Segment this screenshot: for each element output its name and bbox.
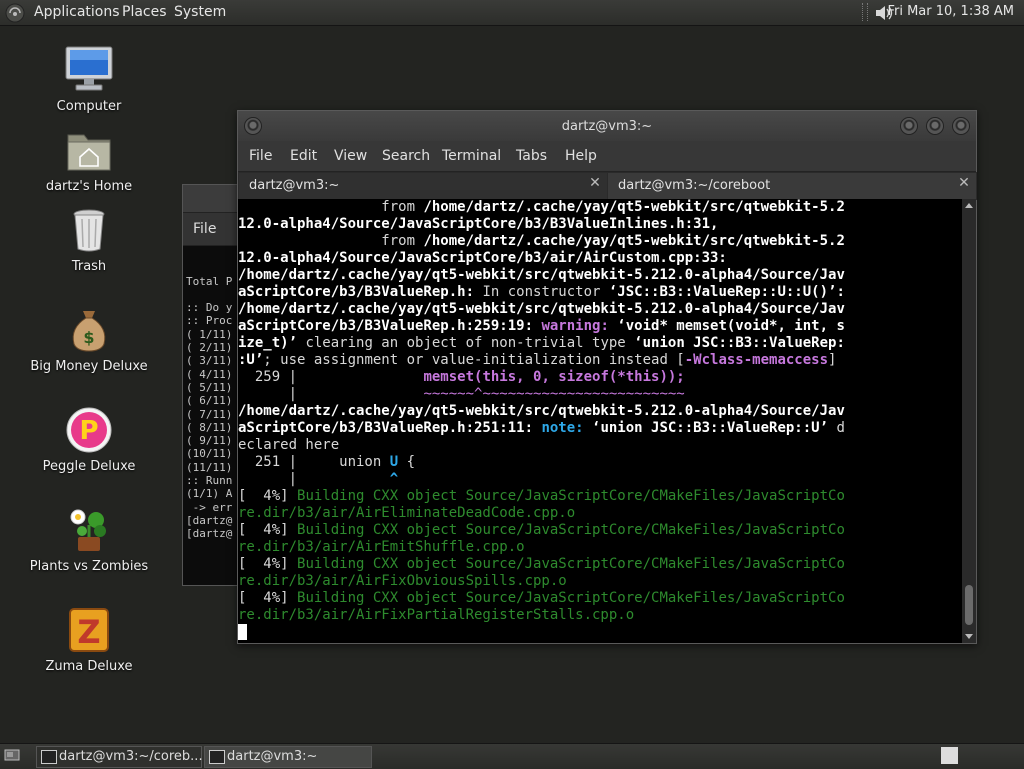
desktop-icon-plants-vs-zombies[interactable]: Plants vs Zombies — [14, 505, 164, 574]
output-line: aScriptCore/b3/B3ValueRep.h:259:19: warn… — [238, 318, 845, 334]
window-title: dartz@vm3:~ — [561, 119, 653, 134]
home-folder-icon — [64, 125, 114, 175]
trash-icon — [64, 205, 114, 255]
output-line: /home/dartz/.cache/yay/qt5-webkit/src/qt… — [238, 267, 845, 283]
tab-label: dartz@vm3:~/coreboot — [618, 178, 771, 193]
output-line: | ^ — [238, 471, 399, 487]
output-line: 12.0-alpha4/Source/JavaScriptCore/b3/B3V… — [238, 216, 719, 232]
svg-text:P: P — [79, 416, 98, 446]
output-line: eclared here — [238, 437, 340, 453]
desktop-icon-label: Trash — [71, 259, 107, 274]
menu-help[interactable]: Help — [565, 148, 597, 164]
terminal-output[interactable]: from /home/dartz/.cache/yay/qt5-webkit/s… — [238, 199, 962, 643]
close-button[interactable] — [952, 117, 970, 135]
maximize-button[interactable] — [926, 117, 944, 135]
output-line: 259 | memset(this, 0, sizeof(*this)); — [238, 369, 685, 385]
desktop-icon-label: Peggle Deluxe — [42, 459, 136, 474]
output-line: re.dir/b3/air/AirFixPartialRegisterStall… — [238, 607, 635, 623]
menu-terminal[interactable]: Terminal — [442, 148, 501, 164]
output-line: 251 | union U { — [238, 454, 416, 470]
desktop-icon-trash[interactable]: Trash — [14, 205, 164, 274]
tab-label: dartz@vm3:~ — [249, 178, 340, 193]
close-tab-icon[interactable]: ✕ — [957, 176, 971, 190]
output-line: [ 4%] Building CXX object Source/JavaScr… — [238, 556, 845, 572]
desktop-icon-label: Computer — [56, 99, 122, 114]
bottom-panel: dartz@vm3:~/coreb... dartz@vm3:~ — [0, 743, 1024, 769]
menu-file[interactable]: File — [249, 148, 272, 164]
output-line: re.dir/b3/air/AirFixObviousSpills.cpp.o — [238, 573, 567, 589]
vertical-scrollbar[interactable] — [962, 199, 976, 643]
scrollbar-thumb[interactable] — [965, 585, 973, 625]
desktop-icon-big-money[interactable]: $ Big Money Deluxe — [14, 305, 164, 374]
scroll-down-arrow-icon[interactable] — [965, 634, 973, 639]
system-menu[interactable]: System — [174, 4, 226, 20]
panel-handle — [862, 3, 868, 21]
scroll-up-arrow-icon[interactable] — [965, 203, 973, 208]
tab-home[interactable]: dartz@vm3:~ ✕ — [238, 172, 608, 200]
places-menu[interactable]: Places — [122, 4, 167, 20]
menu-view[interactable]: View — [334, 148, 367, 164]
output-line: [ 4%] Building CXX object Source/JavaScr… — [238, 488, 845, 504]
desktop-icon-label: Plants vs Zombies — [29, 559, 149, 574]
output-line: :U’; use assignment or value-initializat… — [238, 352, 837, 368]
desktop-icon-peggle[interactable]: P Peggle Deluxe — [14, 405, 164, 474]
workspace-switcher[interactable] — [941, 747, 958, 764]
svg-text:$: $ — [83, 328, 94, 347]
tab-bar: dartz@vm3:~ ✕ dartz@vm3:~/coreboot ✕ — [238, 172, 977, 200]
desktop-icon-label: dartz's Home — [45, 179, 133, 194]
output-line: from /home/dartz/.cache/yay/qt5-webkit/s… — [238, 199, 845, 215]
output-line: | ~~~~~~^~~~~~~~~~~~~~~~~~~~~~~~~ — [238, 386, 685, 402]
prompt-line — [238, 624, 962, 641]
close-tab-icon[interactable]: ✕ — [588, 176, 602, 190]
plants-icon — [64, 505, 114, 555]
terminal-window[interactable]: dartz@vm3:~ File Edit View Search Termin… — [237, 110, 977, 644]
output-line: aScriptCore/b3/B3ValueRep.h: In construc… — [238, 284, 845, 300]
terminal-icon — [41, 750, 57, 764]
output-line: 12.0-alpha4/Source/JavaScriptCore/b3/air… — [238, 250, 727, 266]
clock[interactable]: Fri Mar 10, 1:38 AM — [887, 4, 1014, 19]
menu-search[interactable]: Search — [382, 148, 430, 164]
minimize-button[interactable] — [900, 117, 918, 135]
peggle-icon: P — [64, 405, 114, 455]
terminal-icon — [209, 750, 225, 764]
desktop-icon-label: Big Money Deluxe — [30, 359, 148, 374]
desktop-icon-computer[interactable]: Computer — [14, 45, 164, 114]
tab-coreboot[interactable]: dartz@vm3:~/coreboot ✕ — [607, 172, 977, 200]
svg-text:Z: Z — [77, 613, 100, 651]
text-cursor — [238, 624, 247, 640]
menu-edit[interactable]: Edit — [290, 148, 317, 164]
applications-menu[interactable]: Applications — [34, 4, 120, 20]
taskbar-button-home[interactable]: dartz@vm3:~ — [204, 746, 372, 768]
money-bag-icon: $ — [64, 305, 114, 355]
computer-icon — [64, 45, 114, 95]
output-line: aScriptCore/b3/B3ValueRep.h:251:11: note… — [238, 420, 845, 436]
gnome-foot-icon[interactable] — [5, 3, 25, 23]
output-line: [ 4%] Building CXX object Source/JavaScr… — [238, 590, 845, 606]
menu-tabs[interactable]: Tabs — [516, 148, 547, 164]
top-panel: Applications Places System Fri Mar 10, 1… — [0, 0, 1024, 26]
desktop-icon-label: Zuma Deluxe — [45, 659, 133, 674]
desktop-icon-zuma[interactable]: Z Zuma Deluxe — [14, 605, 164, 674]
output-line: re.dir/b3/air/AirEmitShuffle.cpp.o — [238, 539, 525, 555]
show-desktop-icon[interactable] — [4, 747, 20, 763]
taskbar-button-coreboot[interactable]: dartz@vm3:~/coreb... — [36, 746, 203, 768]
window-titlebar[interactable]: dartz@vm3:~ — [238, 111, 976, 141]
output-line: /home/dartz/.cache/yay/qt5-webkit/src/qt… — [238, 301, 845, 317]
output-line: from /home/dartz/.cache/yay/qt5-webkit/s… — [238, 233, 845, 249]
taskbar-label: dartz@vm3:~/coreb... — [59, 749, 203, 764]
output-line: /home/dartz/.cache/yay/qt5-webkit/src/qt… — [238, 403, 845, 419]
output-line: ize_t)’ clearing an object of non-trivia… — [238, 335, 845, 351]
output-line: re.dir/b3/air/AirEliminateDeadCode.cpp.o — [238, 505, 576, 521]
zuma-icon: Z — [64, 605, 114, 655]
taskbar-label: dartz@vm3:~ — [227, 749, 318, 764]
menu-bar: File Edit View Search Terminal Tabs Help — [238, 141, 976, 172]
output-line: [ 4%] Building CXX object Source/JavaScr… — [238, 522, 845, 538]
desktop-icon-home[interactable]: dartz's Home — [14, 125, 164, 194]
